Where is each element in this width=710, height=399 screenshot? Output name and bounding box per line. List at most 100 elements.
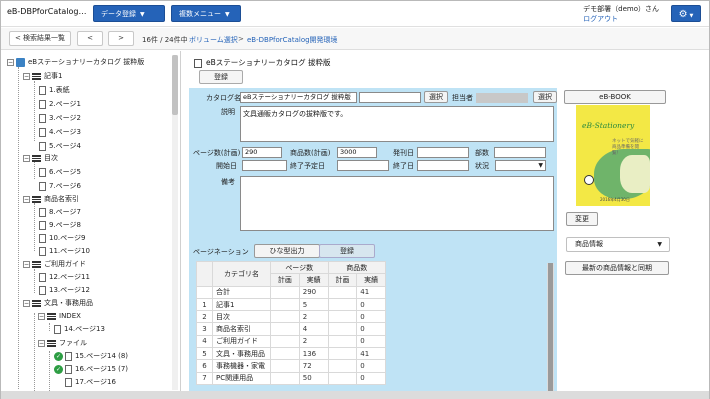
template-output-button[interactable]: ひな型出力 — [254, 244, 320, 258]
tree-page-item[interactable]: 5.ページ4 — [39, 140, 81, 152]
tree-page-item[interactable]: 11.ページ10 — [39, 245, 90, 257]
prev-button[interactable]: < — [77, 31, 103, 46]
table-row[interactable]: 1 記事1 5 0 — [196, 297, 386, 312]
collapse-toggle-icon[interactable]: − — [23, 260, 30, 268]
remarks-label: 備考 — [221, 178, 235, 186]
row-items-plan[interactable] — [327, 322, 358, 336]
logout-link[interactable]: ログアウト — [583, 14, 659, 24]
row-pages-plan[interactable] — [270, 359, 300, 373]
tree-page-item[interactable]: 13.ページ12 — [39, 284, 90, 296]
catalog-select-button[interactable]: 選択 — [424, 91, 448, 103]
end-plan-label: 終了予定日 — [290, 162, 325, 170]
collapse-toggle-icon[interactable]: − — [7, 58, 14, 66]
horizontal-scrollbar[interactable] — [1, 391, 709, 399]
table-scrollbar[interactable] — [547, 263, 554, 391]
breadcrumb-environment[interactable]: eB-DBPforCatalog開発環境 — [247, 35, 338, 45]
tree-page-item[interactable]: 4.ページ3 — [39, 126, 81, 138]
table-row[interactable]: 7 PC関連用品 50 0 — [196, 371, 386, 385]
row-pages-plan[interactable] — [270, 285, 300, 299]
collapse-toggle-icon[interactable]: − — [23, 195, 30, 203]
page-icon — [39, 285, 46, 295]
row-pages-plan[interactable] — [270, 310, 300, 324]
collapse-toggle-icon[interactable]: − — [23, 72, 30, 80]
collapse-toggle-icon[interactable]: − — [38, 339, 45, 347]
tree-root[interactable]: − eBステーショナリーカタログ 拔粋版 — [7, 56, 144, 68]
row-pages-plan[interactable] — [270, 371, 300, 385]
row-pages-plan[interactable] — [270, 334, 300, 349]
row-items-plan[interactable] — [327, 285, 358, 299]
tree-subsection-file[interactable]: − ファイル — [38, 337, 87, 349]
remarks-field[interactable] — [240, 176, 554, 231]
person-select-button[interactable]: 選択 — [533, 91, 557, 103]
table-row[interactable]: 3 商品名索引 4 0 — [196, 322, 386, 336]
copies-field[interactable] — [494, 147, 546, 158]
tree-page-item[interactable]: 6.ページ5 — [39, 166, 81, 178]
back-to-results-button[interactable]: < 検索結果一覧 — [9, 31, 71, 46]
next-button[interactable]: > — [108, 31, 134, 46]
description-field[interactable]: 文具通販カタログの拔粋版です。 — [240, 106, 554, 142]
register-button[interactable]: 登録 — [199, 70, 243, 84]
tree-page-item[interactable]: 8.ページ7 — [39, 206, 81, 218]
status-select[interactable]: ▼ — [495, 160, 546, 171]
row-items-plan[interactable] — [327, 371, 358, 385]
tree-page-item[interactable]: 10.ページ9 — [39, 232, 85, 244]
table-row[interactable]: 5 文具・事務用品 136 41 — [196, 347, 386, 361]
tree-page-item[interactable]: 1.表紙 — [39, 84, 70, 96]
catalog-name-field[interactable]: eBステーショナリーカタログ 拔粋版 — [240, 92, 357, 103]
row-pages-plan[interactable] — [270, 347, 300, 361]
ebook-button[interactable]: eB-BOOK — [564, 90, 666, 104]
row-index: 2 — [196, 310, 213, 324]
row-items-plan[interactable] — [327, 310, 358, 324]
pages-plan-field[interactable]: 290 — [242, 147, 282, 158]
pagination-register-button[interactable]: 登録 — [319, 244, 375, 258]
tree-page-item[interactable]: 3.ページ2 — [39, 112, 81, 124]
tree-section-toc[interactable]: − 目次 — [23, 152, 58, 164]
collapse-toggle-icon[interactable]: − — [23, 154, 30, 162]
issue-date-field[interactable] — [417, 147, 469, 158]
tree-page-item[interactable]: 14.ページ13 — [54, 323, 105, 335]
row-category: ご利用ガイド — [212, 334, 271, 349]
collapse-toggle-icon[interactable]: − — [38, 312, 45, 320]
breadcrumb-volume-select[interactable]: ボリューム選択 — [189, 35, 238, 45]
tree-scroll-thumb[interactable] — [172, 55, 178, 115]
table-row[interactable]: 6 事務機器・家電 72 0 — [196, 359, 386, 373]
tree-page-item[interactable]: ✓ 16.ページ15 (7) — [54, 363, 128, 375]
table-row[interactable]: 4 ご利用ガイド 2 0 — [196, 334, 386, 349]
tree-subsection-index[interactable]: − INDEX — [38, 310, 81, 322]
collapse-toggle-icon[interactable]: − — [23, 299, 30, 307]
start-date-field[interactable] — [242, 160, 287, 171]
catalog-code-field[interactable] — [359, 92, 421, 103]
tree-page-item[interactable]: 9.ページ8 — [39, 219, 81, 231]
table-row[interactable]: 合計 290 41 — [196, 285, 386, 299]
change-button[interactable]: 変更 — [566, 212, 598, 226]
tree-section-stationery[interactable]: − 文具・事務用品 — [23, 297, 93, 309]
tree-section-guide[interactable]: − ご利用ガイド — [23, 258, 86, 270]
tree-page-item[interactable]: ✓ 15.ページ14 (8) — [54, 350, 128, 362]
data-register-menu-button[interactable]: データ登録 ▼ — [93, 5, 165, 22]
table-scroll-thumb[interactable] — [548, 263, 553, 391]
tree-section-article1[interactable]: − 記事1 — [23, 70, 62, 82]
row-pages-plan[interactable] — [270, 322, 300, 336]
multi-menu-button[interactable]: 複数メニュー ▼ — [171, 5, 241, 22]
row-items-plan[interactable] — [327, 359, 358, 373]
table-row[interactable]: 2 目次 2 0 — [196, 310, 386, 324]
row-items-plan[interactable] — [327, 297, 358, 312]
row-pages-actual: 2 — [298, 310, 329, 324]
tree-page-item[interactable]: 17.ページ16 — [65, 376, 116, 388]
row-pages-actual: 72 — [298, 359, 329, 373]
product-info-select[interactable]: 商品情報 ▼ — [566, 237, 670, 252]
end-plan-field[interactable] — [337, 160, 389, 171]
sync-product-info-button[interactable]: 最新の商品情報と同期 — [565, 261, 669, 275]
row-items-plan[interactable] — [327, 334, 358, 349]
end-date-field[interactable] — [417, 160, 469, 171]
settings-button[interactable]: ⚙ ▼ — [671, 5, 701, 22]
tree-label: eBステーショナリーカタログ 拔粋版 — [28, 58, 145, 66]
row-pages-plan[interactable] — [270, 297, 300, 312]
tree-page-item[interactable]: 12.ページ11 — [39, 271, 90, 283]
tree-page-item[interactable]: 2.ページ1 — [39, 98, 81, 110]
items-plan-field[interactable]: 3000 — [337, 147, 377, 158]
tree-scrollbar[interactable] — [172, 55, 178, 390]
tree-page-item[interactable]: 7.ページ6 — [39, 180, 81, 192]
tree-section-index[interactable]: − 商品名索引 — [23, 193, 79, 205]
row-items-plan[interactable] — [327, 347, 358, 361]
